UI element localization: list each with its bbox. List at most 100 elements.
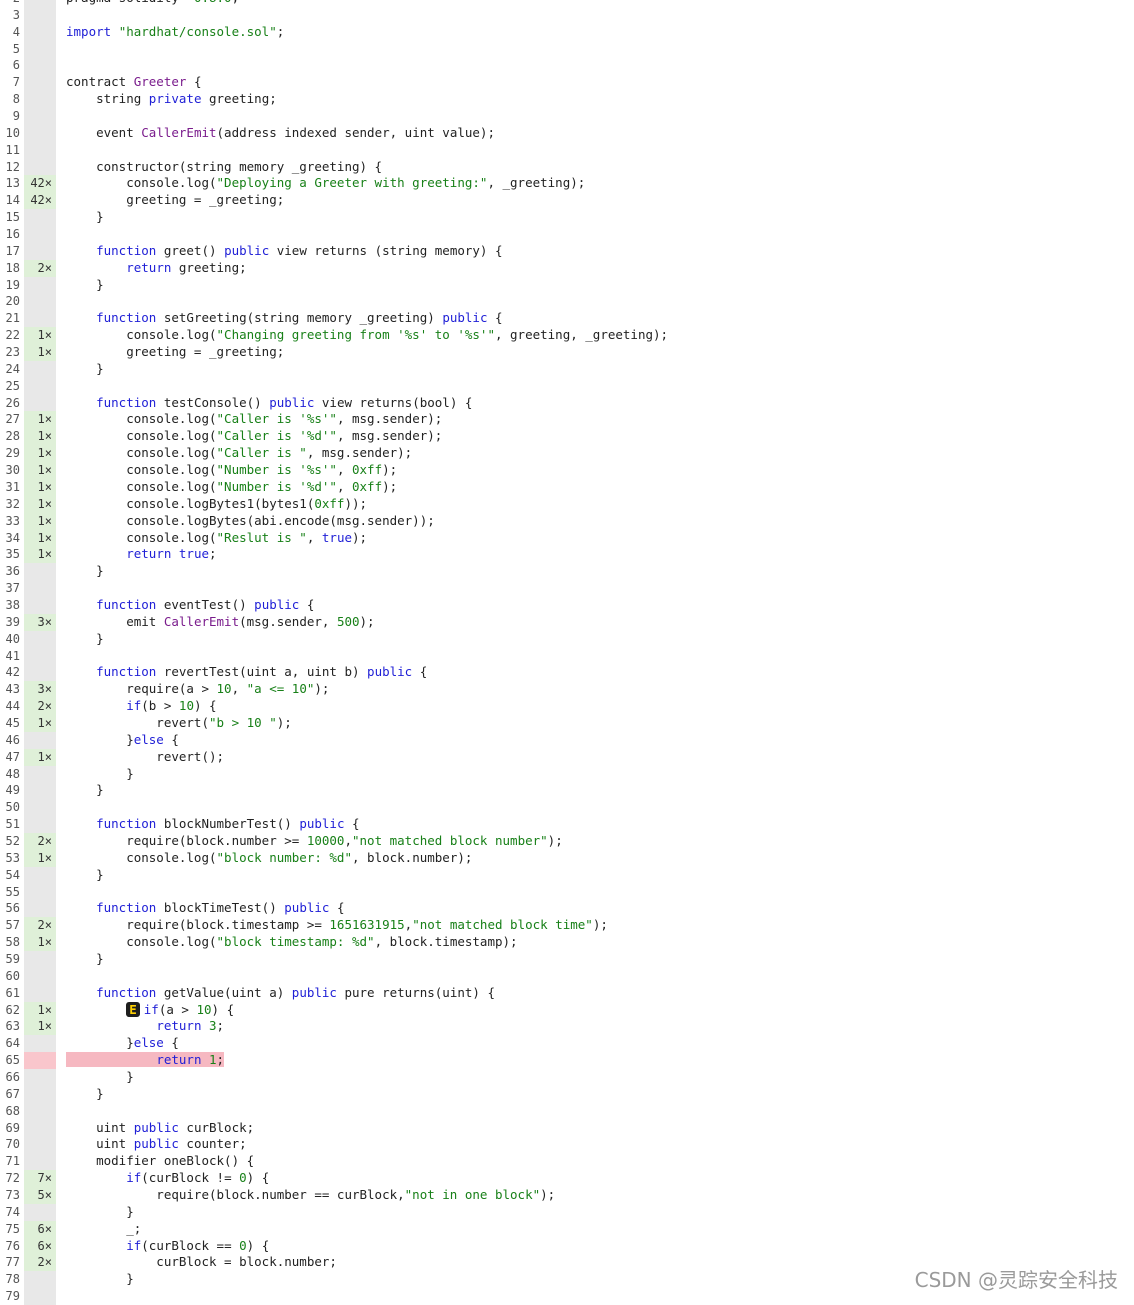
code-text: event CallerEmit(address indexed sender,… xyxy=(66,124,495,140)
code-text: console.log("Reslut is ", true); xyxy=(66,529,368,545)
code-text: string private greeting; xyxy=(66,91,277,107)
hit-count xyxy=(24,276,56,294)
code-line: 44 2× if(b > 10) { xyxy=(0,698,1134,715)
code-text: require(block.number >= 10000,"not match… xyxy=(66,832,563,848)
line-number: 59 xyxy=(5,951,20,966)
code-text: }else { xyxy=(66,1035,179,1051)
code-line: 15 } xyxy=(0,209,1134,227)
line-number: 16 xyxy=(5,227,20,242)
code-text: function eventTest() public { xyxy=(96,596,315,612)
code-line: 66 } xyxy=(0,1069,1134,1086)
code-line: 16 xyxy=(0,226,1134,243)
line-number: 31 xyxy=(5,479,20,494)
hit-count xyxy=(24,950,56,968)
line-number: 42 xyxy=(5,665,20,680)
code-line: 50 xyxy=(0,799,1134,817)
hit-count xyxy=(24,0,56,7)
code-text: console.log("Changing greeting from '%s'… xyxy=(66,327,669,343)
hit-count xyxy=(24,883,56,901)
line-number: 67 xyxy=(5,1086,20,1101)
line-number: 5 xyxy=(12,41,20,56)
code-line: 41 xyxy=(0,647,1134,665)
code-line: 4 import "hardhat/console.sol"; xyxy=(0,23,1134,41)
code-line: 56 function blockTimeTest() public { xyxy=(0,900,1134,918)
line-number: 44 xyxy=(5,699,20,714)
hit-count: 1× xyxy=(24,478,56,496)
code-line: 22 1× console.log("Changing greeting from… xyxy=(0,327,1134,345)
code-line: 18 2× return greeting; xyxy=(0,259,1134,277)
code-line: 25 xyxy=(0,377,1134,395)
code-text: modifier oneBlock() { xyxy=(66,1153,255,1169)
code-text: constructor(string memory _greeting) { xyxy=(66,158,383,174)
hit-count xyxy=(24,209,56,227)
hit-count xyxy=(24,57,56,75)
line-number: 45 xyxy=(5,715,20,730)
hit-count xyxy=(24,226,56,243)
code-line: 48 } xyxy=(0,765,1134,783)
code-text: } xyxy=(66,630,104,646)
code-line: 54 } xyxy=(0,866,1134,884)
code-line: 76 6× if(curBlock == 0) { xyxy=(0,1237,1134,1255)
code-text: function greet() public view returns (st… xyxy=(96,242,503,258)
hit-count xyxy=(24,360,56,378)
code-line: 5 xyxy=(0,40,1134,58)
code-line: 23 1× greeting = _greeting; xyxy=(0,344,1134,361)
line-number: 34 xyxy=(5,530,20,545)
code-text: return true; xyxy=(126,546,217,562)
code-line: 52 2× require(block.number >= 10000,"not … xyxy=(0,832,1134,850)
code-text: contract Greeter { xyxy=(66,74,202,90)
hit-count xyxy=(24,967,56,985)
code-line: 40 } xyxy=(0,630,1134,648)
line-number: 18 xyxy=(5,260,20,275)
code-line: 10 event CallerEmit(address indexed send… xyxy=(0,124,1134,142)
line-number: 58 xyxy=(5,935,20,950)
code-text: function getValue(uint a) public pure re… xyxy=(96,984,495,1000)
hit-count: 1× xyxy=(24,411,56,429)
code-line: 34 1× console.log("Reslut is ", true); xyxy=(0,529,1134,547)
line-number: 36 xyxy=(5,564,20,579)
code-line: 67 } xyxy=(0,1085,1134,1103)
hit-count xyxy=(24,310,56,328)
code-line: 27 1× console.log("Caller is '%s'", msg.s… xyxy=(0,411,1134,429)
code-line: 24 } xyxy=(0,360,1134,378)
hit-count: 2× xyxy=(24,917,56,935)
code-line: 26 function testConsole() public view re… xyxy=(0,394,1134,412)
line-number: 64 xyxy=(5,1036,20,1051)
code-text: greeting = _greeting; xyxy=(66,344,285,360)
hit-count xyxy=(24,596,56,614)
hit-count xyxy=(24,782,56,800)
code-text: greeting = _greeting; xyxy=(66,192,285,208)
line-number: 51 xyxy=(5,817,20,832)
line-number: 50 xyxy=(5,800,20,815)
line-number: 20 xyxy=(5,294,20,309)
hit-count xyxy=(24,6,56,24)
line-number: 21 xyxy=(5,311,20,326)
code-line: 58 1× console.log("block timestamp: %d", … xyxy=(0,934,1134,951)
line-number: 33 xyxy=(5,513,20,528)
line-number: 29 xyxy=(5,446,20,461)
code-line: 46 }else { xyxy=(0,731,1134,749)
hit-count: 1× xyxy=(24,344,56,361)
hit-count: 1× xyxy=(24,748,56,766)
code-line: 38 function eventTest() public { xyxy=(0,596,1134,614)
code-line: 12 constructor(string memory _greeting) … xyxy=(0,158,1134,176)
code-line: 63 1× return 3; xyxy=(0,1018,1134,1036)
code-line: 49 } xyxy=(0,782,1134,800)
hit-count: 6× xyxy=(24,1237,56,1255)
line-number: 73 xyxy=(5,1188,20,1203)
code-line: 62 1× Eif(a > 10) { xyxy=(0,1001,1134,1019)
line-number: 55 xyxy=(5,884,20,899)
code-line: 53 1× console.log("block number: %d", blo… xyxy=(0,849,1134,867)
code-line: 13 42× console.log("Deploying a Greeter w… xyxy=(0,175,1134,193)
hit-count: 1× xyxy=(24,714,56,732)
code-line: 57 2× require(block.timestamp >= 16516319… xyxy=(0,917,1134,935)
code-line: 8 string private greeting; xyxy=(0,91,1134,109)
hit-count: 1× xyxy=(24,327,56,345)
hit-count xyxy=(24,647,56,665)
line-number: 74 xyxy=(5,1204,20,1219)
line-number: 37 xyxy=(5,581,20,596)
code-text: } xyxy=(66,765,134,781)
hit-count xyxy=(24,91,56,109)
line-number: 19 xyxy=(5,277,20,292)
line-number: 54 xyxy=(5,867,20,882)
